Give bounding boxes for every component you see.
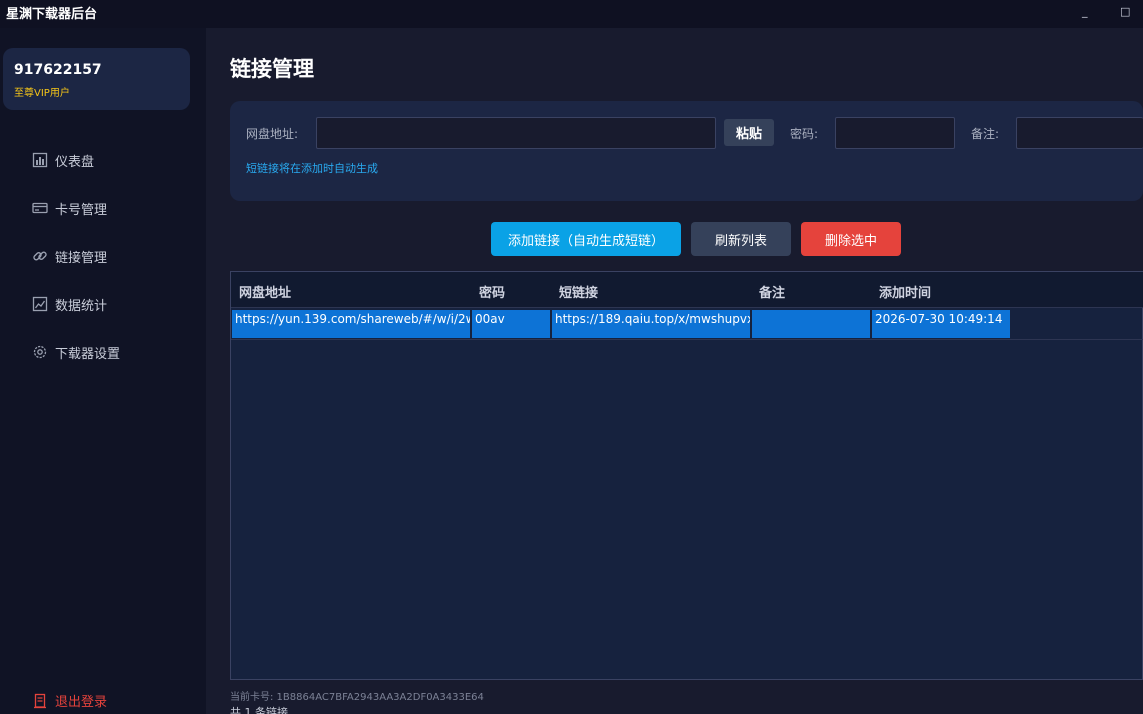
url-label: 网盘地址: (246, 127, 299, 141)
sidebar-item-label: 链接管理 (55, 250, 108, 266)
column-header-short-link[interactable]: 短链接 (559, 282, 598, 301)
link-count-label: 共 1 条链接 (230, 706, 288, 714)
column-header-note[interactable]: 备注 (759, 282, 785, 301)
delete-selected-button[interactable]: 删除选中 (801, 222, 901, 256)
sidebar-item-dashboard[interactable]: 仪表盘 (32, 149, 94, 171)
paste-button[interactable]: 粘贴 (724, 119, 774, 146)
cell-short-link: https://189.qaiu.top/x/mwshupvx (552, 310, 750, 338)
table-header: 网盘地址 密码 短链接 备注 添加时间 (231, 272, 1143, 308)
cell-password: 00av (472, 310, 550, 338)
cell-added-time: 2026-07-30 10:49:14 (872, 310, 1010, 338)
logout-label: 退出登录 (55, 695, 108, 710)
sidebar-item-label: 数据统计 (55, 298, 108, 314)
cell-note (752, 310, 870, 338)
user-card: 917622157 至尊VIP用户 (3, 48, 190, 110)
minimize-button[interactable]: _ (1082, 5, 1088, 18)
app-title: 星渊下载器后台 (6, 7, 98, 22)
link-icon (32, 248, 48, 264)
sidebar-item-label: 仪表盘 (55, 154, 95, 170)
column-header-added-time[interactable]: 添加时间 (879, 282, 931, 301)
sidebar: 917622157 至尊VIP用户 仪表盘 卡号管理 链接管理 数据统计 下载器… (0, 28, 206, 714)
maximize-button[interactable]: □ (1120, 5, 1130, 18)
sidebar-item-links[interactable]: 链接管理 (32, 245, 107, 267)
cell-url: https://yun.139.com/shareweb/#/w/i/2w (232, 310, 470, 338)
sidebar-item-settings[interactable]: 下载器设置 (32, 341, 120, 363)
links-table: 网盘地址 密码 短链接 备注 添加时间 https://yun.139.com/… (230, 271, 1143, 680)
column-header-url[interactable]: 网盘地址 (239, 282, 291, 301)
column-header-password[interactable]: 密码 (479, 282, 505, 301)
note-label: 备注: (971, 127, 1000, 141)
add-link-form: 网盘地址: 粘贴 密码: 备注: 短链接将在添加时自动生成 (230, 101, 1143, 201)
short-link-hint: 短链接将在添加时自动生成 (246, 162, 378, 175)
password-input[interactable] (835, 117, 955, 149)
user-level-badge: 至尊VIP用户 (14, 88, 70, 99)
refresh-list-button[interactable]: 刷新列表 (691, 222, 791, 256)
password-label: 密码: (790, 127, 819, 141)
sidebar-item-label: 下载器设置 (55, 346, 121, 362)
table-row[interactable]: https://yun.139.com/shareweb/#/w/i/2w 00… (231, 308, 1143, 340)
url-input[interactable] (316, 117, 716, 149)
user-id: 917622157 (14, 62, 102, 78)
line-chart-icon (32, 296, 48, 312)
sidebar-item-label: 卡号管理 (55, 202, 108, 218)
logout-button[interactable]: 退出登录 (32, 691, 107, 710)
page-title: 链接管理 (230, 57, 314, 81)
sidebar-item-cards[interactable]: 卡号管理 (32, 197, 107, 219)
sidebar-item-statistics[interactable]: 数据统计 (32, 293, 107, 315)
card-icon (32, 200, 48, 216)
bar-chart-icon (32, 152, 48, 168)
gear-icon (32, 344, 48, 360)
current-card-label: 当前卡号: 1B8864AC7BFA2943AA3A2DF0A3433E64 (230, 692, 484, 703)
main-content: 链接管理 网盘地址: 粘贴 密码: 备注: 短链接将在添加时自动生成 添加链接（… (206, 28, 1143, 714)
logout-icon (32, 693, 48, 709)
note-input[interactable] (1016, 117, 1143, 149)
add-link-button[interactable]: 添加链接（自动生成短链） (491, 222, 681, 256)
title-bar: 星渊下载器后台 _ □ (0, 0, 1143, 28)
